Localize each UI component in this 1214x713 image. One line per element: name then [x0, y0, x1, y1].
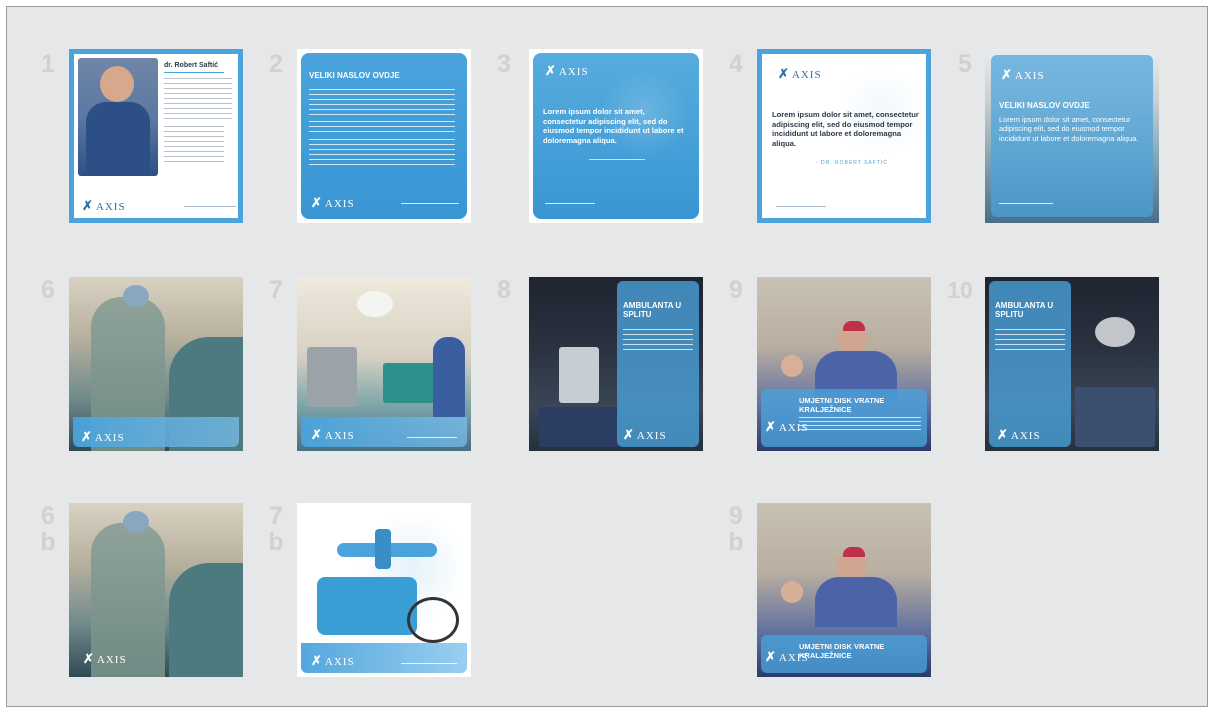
slide-number-6: 6	[41, 276, 55, 304]
slide-7-photo: ✗ AXIS	[297, 277, 471, 451]
slide-5[interactable]: ✗ AXIS VELIKI NASLOV OVDJE Lorem ipsum do…	[985, 49, 1159, 223]
slide-4-card: ✗ AXIS Lorem ipsum dolor sit amet, consec…	[757, 49, 931, 223]
x-figure-icon: ✗	[311, 653, 323, 668]
x-figure-icon: ✗	[82, 198, 94, 213]
slide-4-quote: Lorem ipsum dolor sit amet, consectetur …	[772, 110, 919, 148]
slide-3-card: ✗ AXIS Lorem ipsum dolor sit amet, consec…	[529, 49, 703, 223]
slide-8-photo: AMBULANTA U SPLITU ✗ AXIS	[529, 277, 703, 451]
slide-9-heading: UMJETNI DISK VRATNE KRALJEŽNICE	[799, 396, 885, 414]
slide-1[interactable]: dr. Robert Saftić ✗ AXIS	[69, 49, 243, 223]
axis-logo: ✗ AXIS	[623, 427, 667, 442]
slide-4[interactable]: ✗ AXIS Lorem ipsum dolor sit amet, consec…	[757, 49, 931, 223]
slide-9-photo: ✗ AXIS UMJETNI DISK VRATNE KRALJEŽNICE	[757, 277, 931, 451]
slide-6[interactable]: ✗ AXIS	[69, 277, 243, 451]
slide-5-heading: VELIKI NASLOV OVDJE	[999, 101, 1090, 110]
slide-10-heading: AMBULANTA U SPLITU	[995, 301, 1054, 319]
slide-3[interactable]: ✗ AXIS Lorem ipsum dolor sit amet, consec…	[529, 49, 703, 223]
axis-logo: ✗ AXIS	[778, 66, 822, 81]
x-figure-icon: ✗	[997, 427, 1009, 442]
slide-7b-card: ✗ AXIS	[297, 503, 471, 677]
axis-logo: ✗ AXIS	[997, 427, 1041, 442]
slide-5-card: ✗ AXIS VELIKI NASLOV OVDJE Lorem ipsum do…	[985, 49, 1159, 223]
doctor-name: dr. Robert Saftić	[164, 62, 219, 69]
slide-number-4: 4	[729, 50, 743, 78]
x-figure-icon: ✗	[765, 649, 777, 664]
slide-number-10: 10	[947, 277, 973, 303]
x-figure-icon: ✗	[623, 427, 635, 442]
slide-6-photo: ✗ AXIS	[69, 277, 243, 451]
x-figure-icon: ✗	[81, 429, 93, 444]
slide-4-signature: - DR. ROBERT SAFTIĆ	[816, 160, 888, 166]
slide-6b[interactable]: ✗ AXIS	[69, 503, 243, 677]
slide-7b[interactable]: ✗ AXIS	[297, 503, 471, 677]
axis-logo: ✗ AXIS	[311, 195, 355, 210]
slide-number-2: 2	[269, 50, 283, 78]
x-figure-icon: ✗	[778, 66, 790, 81]
slide-number-3: 3	[497, 50, 511, 78]
slide-9[interactable]: ✗ AXIS UMJETNI DISK VRATNE KRALJEŽNICE	[757, 277, 931, 451]
axis-logo: ✗ AXIS	[311, 427, 355, 442]
slide-10[interactable]: AMBULANTA U SPLITU ✗ AXIS	[985, 277, 1159, 451]
x-figure-icon: ✗	[311, 427, 323, 442]
slide-5-text: Lorem ipsum dolor sit amet, consectetur …	[999, 115, 1139, 143]
slide-number-5: 5	[958, 50, 972, 78]
slide-2-card: VELIKI NASLOV OVDJE ✗ AXIS	[297, 49, 471, 223]
slide-number-8: 8	[497, 276, 511, 304]
axis-logo: ✗ AXIS	[1001, 67, 1045, 82]
doctor-photo	[78, 58, 158, 176]
bio-text-lines	[164, 78, 232, 122]
slide-3-quote: Lorem ipsum dolor sit amet, consectetur …	[543, 107, 684, 145]
slide-9b[interactable]: ✗ AXIS UMJETNI DISK VRATNE KRALJEŽNICE	[757, 503, 931, 677]
slide-8[interactable]: AMBULANTA U SPLITU ✗ AXIS	[529, 277, 703, 451]
x-figure-icon: ✗	[83, 651, 95, 666]
slide-number-1: 1	[41, 50, 55, 78]
axis-logo: ✗ AXIS	[81, 429, 125, 444]
x-figure-icon: ✗	[311, 195, 323, 210]
suitcase-icon	[317, 577, 417, 635]
x-figure-icon: ✗	[765, 419, 777, 434]
slide-8-heading: AMBULANTA U SPLITU	[623, 301, 682, 319]
axis-logo: ✗ AXIS	[82, 198, 126, 213]
slide-number-9: 9	[729, 276, 743, 304]
x-figure-icon: ✗	[545, 63, 557, 78]
slide-9b-heading: UMJETNI DISK VRATNE KRALJEŽNICE	[799, 642, 885, 660]
slide-1-card: dr. Robert Saftić ✗ AXIS	[69, 49, 243, 223]
artboard: 1 dr. Robert Saftić ✗ AXIS 2 VELIKI NASLO…	[6, 6, 1208, 707]
axis-logo: ✗ AXIS	[83, 651, 127, 666]
slide-10-photo: AMBULANTA U SPLITU ✗ AXIS	[985, 277, 1159, 451]
slide-number-9b: 9b	[728, 502, 744, 556]
slide-7[interactable]: ✗ AXIS	[297, 277, 471, 451]
slide-9b-photo: ✗ AXIS UMJETNI DISK VRATNE KRALJEŽNICE	[757, 503, 931, 677]
axis-logo: ✗ AXIS	[545, 63, 589, 78]
axis-logo: ✗ AXIS	[311, 653, 355, 668]
slide-2-heading: VELIKI NASLOV OVDJE	[309, 71, 400, 80]
x-figure-icon: ✗	[1001, 67, 1013, 82]
stethoscope-icon	[407, 597, 459, 643]
slide-6b-photo: ✗ AXIS	[69, 503, 243, 677]
slide-number-7: 7	[269, 276, 283, 304]
slide-number-6b: 6b	[40, 502, 56, 556]
slide-number-7b: 7b	[268, 502, 284, 556]
slide-2[interactable]: VELIKI NASLOV OVDJE ✗ AXIS	[297, 49, 471, 223]
